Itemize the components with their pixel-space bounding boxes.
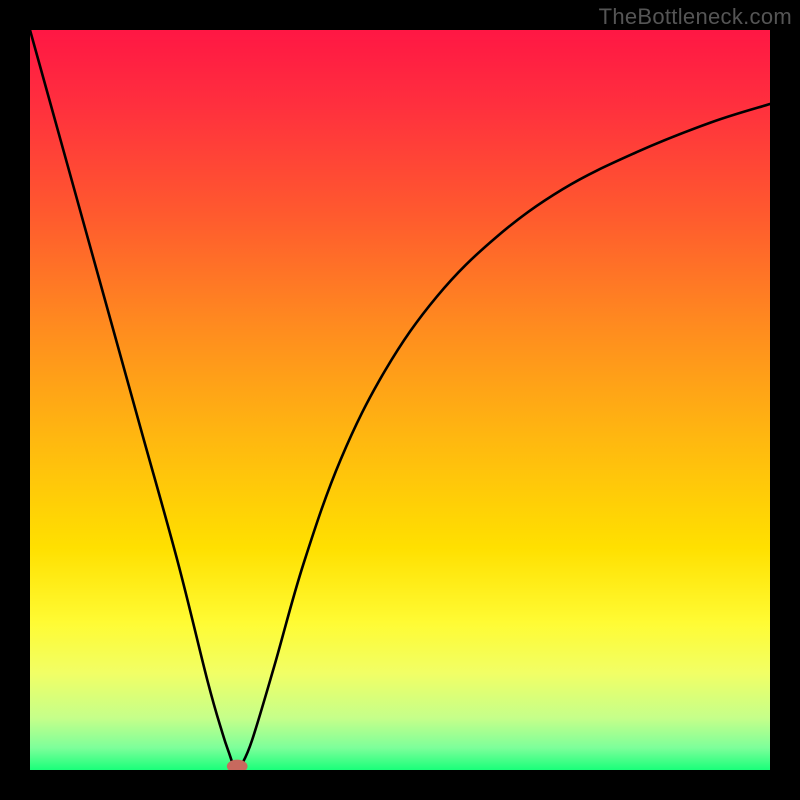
plot-area <box>30 30 770 770</box>
bottleneck-curve-chart <box>30 30 770 770</box>
chart-frame: TheBottleneck.com <box>0 0 800 800</box>
gradient-background <box>30 30 770 770</box>
watermark-text: TheBottleneck.com <box>599 4 792 30</box>
